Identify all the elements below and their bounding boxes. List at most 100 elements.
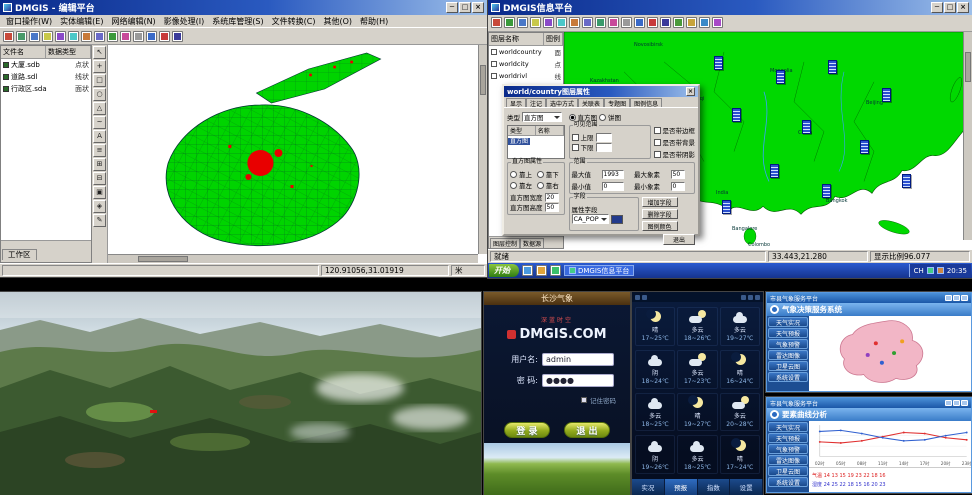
edit-tool-icon[interactable]: ✎ <box>93 214 106 227</box>
sidebar-button[interactable]: 天气实况 <box>768 422 808 432</box>
province-map-view[interactable] <box>809 316 971 391</box>
toolbar-icon[interactable] <box>29 31 40 42</box>
dialog-tab[interactable]: 显示 <box>506 98 526 107</box>
column-datatype[interactable]: 数据类型 <box>46 46 91 58</box>
weather-tile[interactable]: 晴 17~24℃ <box>720 435 760 474</box>
vertical-scrollbar[interactable] <box>963 32 972 240</box>
edit-tool-icon[interactable]: □ <box>93 74 106 87</box>
edit-tool-icon[interactable]: △ <box>93 102 106 115</box>
sidebar-button[interactable]: 雷达图像 <box>768 455 808 465</box>
dialog-tab[interactable]: 注记 <box>526 98 546 107</box>
histogram-symbol[interactable] <box>732 108 741 122</box>
edit-tool-icon[interactable]: ⊞ <box>93 158 106 171</box>
toolbar-icon[interactable] <box>686 17 697 28</box>
close-button[interactable] <box>961 400 968 406</box>
toolbar-icon[interactable] <box>146 31 157 42</box>
shadow-checkbox[interactable]: 是否带阴影 <box>654 149 696 159</box>
menu-item[interactable]: 窗口操作(W) <box>2 16 56 27</box>
upper-limit-input[interactable] <box>596 133 612 142</box>
position-radio[interactable]: 靠上 <box>510 169 535 179</box>
edit-tool-icon[interactable]: ▣ <box>93 186 106 199</box>
dialog-tab[interactable]: 专题图 <box>604 98 630 107</box>
position-radio[interactable]: 靠左 <box>510 180 535 190</box>
quick-launch-icon[interactable] <box>522 265 533 276</box>
sidebar-button[interactable]: 气象预警 <box>768 339 808 349</box>
sidebar-button[interactable]: 气象预警 <box>768 444 808 454</box>
quick-launch-icon[interactable] <box>550 265 561 276</box>
histogram-symbol[interactable] <box>802 120 811 134</box>
maximize-button[interactable]: □ <box>944 2 956 13</box>
upper-limit-checkbox[interactable]: 上限 <box>572 132 594 142</box>
toolbar-icon[interactable] <box>647 17 658 28</box>
toolbar-icon[interactable] <box>699 17 710 28</box>
toolbar-icon[interactable] <box>3 31 14 42</box>
background-checkbox[interactable]: 是否带背景 <box>654 137 696 147</box>
layer-row[interactable]: 大厦.sdb 点状 <box>1 59 91 71</box>
toolbar-icon[interactable] <box>517 17 528 28</box>
edit-tool-icon[interactable]: ≡ <box>93 144 106 157</box>
weather-tile[interactable]: 晴 16~24℃ <box>720 350 760 389</box>
color-swatch[interactable] <box>611 215 623 224</box>
histogram-symbol[interactable] <box>860 140 869 154</box>
pie-radio[interactable]: 饼图 <box>599 112 621 122</box>
legend-color-button[interactable]: 图例颜色 <box>642 221 678 231</box>
column-legend[interactable]: 图例 <box>544 33 563 45</box>
close-button[interactable]: × <box>472 2 484 13</box>
title-bar[interactable]: DMGIS信息平台 ─ □ × <box>488 0 972 15</box>
sidebar-button[interactable]: 卫星云图 <box>768 361 808 371</box>
weather-tile[interactable]: 多云 19~27℃ <box>720 307 760 346</box>
title-bar[interactable]: 市县气象服务平台 <box>767 293 971 303</box>
toolbar-icon[interactable] <box>556 17 567 28</box>
histogram-symbol[interactable] <box>902 174 911 188</box>
toolbar-icon[interactable] <box>621 17 632 28</box>
layer-visibility-checkbox[interactable] <box>491 49 497 55</box>
sidebar-button[interactable]: 天气预报 <box>768 433 808 443</box>
border-checkbox[interactable]: 是否带边框 <box>654 125 696 135</box>
layer-row[interactable]: worldcountry 面 <box>489 46 563 58</box>
maximize-button[interactable] <box>953 295 960 301</box>
max-value-input[interactable]: 1993 <box>602 170 624 179</box>
title-bar[interactable]: 市县气象服务平台 <box>767 398 971 408</box>
layer-visibility-checkbox[interactable] <box>491 73 497 79</box>
toolbar-icon[interactable] <box>107 31 118 42</box>
histogram-symbol[interactable] <box>770 164 779 178</box>
weather-tile[interactable]: 多云 18~25℃ <box>677 435 717 474</box>
layer-visibility-checkbox[interactable] <box>491 61 497 67</box>
layer-row[interactable]: worldrivl 线 <box>489 70 563 82</box>
histogram-symbol[interactable] <box>828 60 837 74</box>
toolbar-icon[interactable] <box>16 31 27 42</box>
chart-view[interactable]: 02时05时08时11时14时17时20时23时 气温 14 13 15 19 … <box>809 421 971 492</box>
position-radio[interactable]: 靠右 <box>537 180 562 190</box>
toolbar-icon[interactable] <box>569 17 580 28</box>
weather-tile[interactable]: 晴 19~27℃ <box>677 393 717 432</box>
toolbar-icon[interactable] <box>582 17 593 28</box>
weather-tile[interactable]: 多云 17~23℃ <box>677 350 717 389</box>
toolbar-icon[interactable] <box>172 31 183 42</box>
vertical-scrollbar[interactable] <box>478 45 487 254</box>
exit-button[interactable]: 退 出 <box>564 422 610 438</box>
position-radio[interactable]: 靠下 <box>537 169 562 179</box>
menu-item[interactable]: 系统库管理(S) <box>208 16 267 27</box>
histogram-symbol[interactable] <box>822 184 831 198</box>
toolbar-icon[interactable] <box>543 17 554 28</box>
nav-tab[interactable]: 预报 <box>665 479 698 495</box>
sidebar-button[interactable]: 系统设置 <box>768 372 808 382</box>
minimize-button[interactable]: ─ <box>931 2 943 13</box>
edit-tool-icon[interactable]: A <box>93 130 106 143</box>
toolbar-icon[interactable] <box>673 17 684 28</box>
nav-tab[interactable]: 实况 <box>632 479 665 495</box>
weather-tile[interactable]: 阴 19~26℃ <box>635 435 675 474</box>
maximize-button[interactable]: □ <box>459 2 471 13</box>
edit-tool-icon[interactable]: ○ <box>93 88 106 101</box>
close-button[interactable] <box>961 295 968 301</box>
menu-item[interactable]: 其他(O) <box>319 16 356 27</box>
toolbar-icon[interactable] <box>159 31 170 42</box>
attribute-field-dropdown[interactable]: CA_POP <box>572 214 609 224</box>
toolbar-icon[interactable] <box>660 17 671 28</box>
remember-password-checkbox[interactable]: 记住密码 <box>581 395 616 405</box>
taskbar-task-button[interactable]: DMGIS信息平台 <box>564 265 634 276</box>
edit-tool-icon[interactable]: ⊟ <box>93 172 106 185</box>
toolbar-icon[interactable] <box>491 17 502 28</box>
toolbar-icon[interactable] <box>504 17 515 28</box>
nav-tab[interactable]: 指数 <box>698 479 731 495</box>
